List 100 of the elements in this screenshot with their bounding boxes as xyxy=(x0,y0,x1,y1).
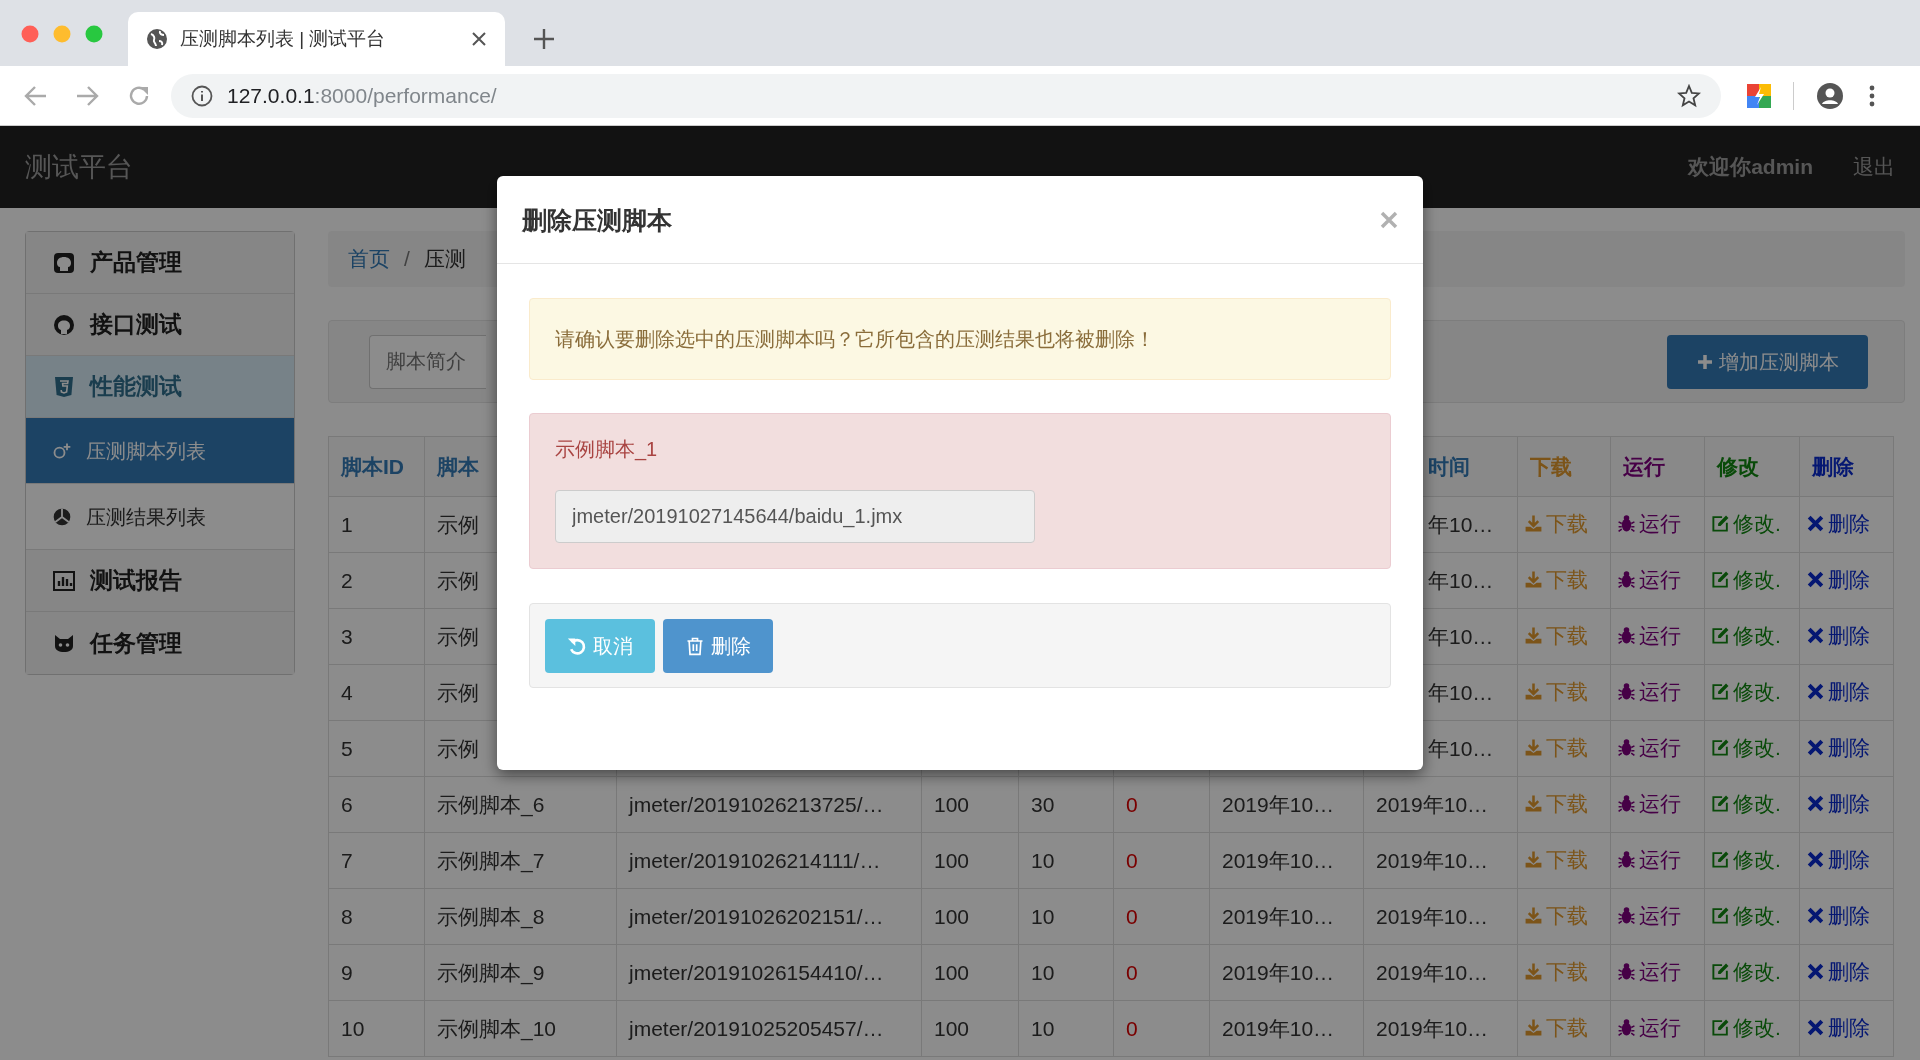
add-script-button[interactable]: 增加压测脚本 xyxy=(1667,334,1868,389)
column-header: 运行 xyxy=(1623,454,1665,478)
bug-icon xyxy=(1617,1017,1636,1037)
table-cell: 4 xyxy=(341,680,353,704)
browser-tab[interactable]: 压测脚本列表 | 测试平台 xyxy=(128,12,505,66)
x-icon xyxy=(1806,681,1825,701)
column-header: 修改 xyxy=(1717,454,1759,478)
back-icon[interactable] xyxy=(24,84,48,107)
table-cell: 30 xyxy=(1031,792,1055,816)
account-icon[interactable] xyxy=(1816,81,1844,110)
table-cell: 10 xyxy=(1031,848,1055,872)
table-cell: 2019年10… xyxy=(1376,960,1489,984)
table-cell: 示例 xyxy=(437,680,479,704)
sidebar-item[interactable]: 测试报告 xyxy=(26,550,294,612)
x-icon xyxy=(1806,793,1825,813)
breadcrumb-current: 压测 xyxy=(423,246,466,273)
column-header: 时间 xyxy=(1428,454,1470,478)
info-icon xyxy=(191,84,213,107)
dialog-title: 删除压测脚本 xyxy=(522,204,672,235)
table-cell: 示例脚本_8 xyxy=(437,904,545,928)
tab-title: 压测脚本列表 | 测试平台 xyxy=(180,26,387,51)
column-header: 删除 xyxy=(1812,454,1854,478)
download-icon xyxy=(1524,681,1543,701)
new-tab-icon[interactable] xyxy=(533,28,555,50)
table-cell: 年10… xyxy=(1428,680,1494,704)
site-brand[interactable]: 测试平台 xyxy=(25,146,133,188)
extension-icon[interactable] xyxy=(1747,83,1771,108)
download-icon xyxy=(1524,849,1543,869)
table-cell: 年10… xyxy=(1428,568,1494,592)
menu-icon[interactable] xyxy=(1869,84,1875,107)
table-cell: 7 xyxy=(341,848,353,872)
table-cell: 10 xyxy=(1031,904,1055,928)
download-icon xyxy=(1524,569,1543,589)
welcome-text: 欢迎你admin xyxy=(1688,154,1813,181)
logout-link[interactable]: 退出 xyxy=(1853,151,1895,183)
star-icon[interactable] xyxy=(1677,83,1701,108)
column-header: 脚本ID xyxy=(341,454,404,478)
plus-icon xyxy=(1696,353,1713,370)
table-cell: 10 xyxy=(341,1016,365,1040)
warning-message: 请确认要删除选中的压测脚本吗？它所包含的压测结果也将被删除！ xyxy=(529,298,1391,380)
script-name: 示例脚本_1 xyxy=(555,437,659,463)
table-cell: 8 xyxy=(341,904,353,928)
bug-icon xyxy=(1617,737,1636,757)
table-cell: 9 xyxy=(341,960,353,984)
table-cell: jmeter/20191026202151/… xyxy=(629,904,884,928)
x-icon xyxy=(1806,1017,1825,1037)
close-icon[interactable] xyxy=(471,31,487,47)
table-cell: 1 xyxy=(341,512,353,536)
edit-icon xyxy=(1711,905,1730,925)
edit-icon xyxy=(1711,681,1730,701)
table-cell: 100 xyxy=(934,960,970,984)
table-cell: 0 xyxy=(1126,1016,1138,1040)
trash-icon xyxy=(685,635,705,656)
download-icon xyxy=(1524,625,1543,645)
table-cell: 2019年10… xyxy=(1376,904,1489,928)
search-field[interactable]: 脚本简介 xyxy=(369,334,486,389)
table-cell: jmeter/20191025205457/… xyxy=(629,1016,884,1040)
bug-icon xyxy=(1617,569,1636,589)
breadcrumb-separator: / xyxy=(404,246,410,273)
sidebar-subitem[interactable]: 压测脚本列表 xyxy=(26,418,294,484)
pie-icon xyxy=(52,506,72,527)
table-cell: 2019年10… xyxy=(1222,792,1335,816)
edit-icon xyxy=(1711,1017,1730,1037)
table-cell: 示例 xyxy=(437,512,479,536)
table-cell: 2 xyxy=(341,568,353,592)
sidebar-item[interactable]: 任务管理 xyxy=(26,612,294,674)
close-button[interactable] xyxy=(1380,210,1398,229)
bug-icon xyxy=(1617,961,1636,981)
table-cell: 示例脚本_10 xyxy=(437,1016,557,1040)
table-cell: 2019年10… xyxy=(1222,1016,1335,1040)
table-cell: jmeter/20191026213725/… xyxy=(629,792,884,816)
download-icon xyxy=(1524,513,1543,533)
table-cell: 示例 xyxy=(437,736,479,760)
table-cell: 示例脚本_7 xyxy=(437,848,545,872)
address-bar[interactable]: 127.0.0.1:8000/performance/ xyxy=(171,73,1721,118)
forward-icon[interactable] xyxy=(75,84,99,107)
window-controls-icon[interactable] xyxy=(21,25,103,43)
table-cell: 示例脚本_9 xyxy=(437,960,545,984)
table-cell: jmeter/20191026214111/… xyxy=(629,848,881,872)
table-cell: 示例 xyxy=(437,568,479,592)
edit-icon xyxy=(1711,849,1730,869)
edit-icon xyxy=(1711,625,1730,645)
table-cell: 0 xyxy=(1126,904,1138,928)
delete-button[interactable]: 删除 xyxy=(663,618,773,673)
shield-icon xyxy=(52,374,76,399)
table-cell: 0 xyxy=(1126,848,1138,872)
sidebar-item[interactable]: 接口测试 xyxy=(26,294,294,356)
download-icon xyxy=(1524,793,1543,813)
table-cell: 10 xyxy=(1031,1016,1055,1040)
sidebar-item[interactable]: 性能测试 xyxy=(26,356,294,418)
edit-icon xyxy=(1711,513,1730,533)
table-cell: 2019年10… xyxy=(1222,960,1335,984)
bug-icon xyxy=(1617,849,1636,869)
x-icon xyxy=(1806,569,1825,589)
x-icon xyxy=(1806,737,1825,757)
script-path-field[interactable]: jmeter/20191027145644/baidu_1.jmx xyxy=(555,490,1035,543)
bug-icon xyxy=(1617,905,1636,925)
sidebar-item[interactable]: 产品管理 xyxy=(26,232,294,294)
table-cell: 示例 xyxy=(437,624,479,648)
breadcrumb-link[interactable]: 首页 xyxy=(348,243,390,275)
